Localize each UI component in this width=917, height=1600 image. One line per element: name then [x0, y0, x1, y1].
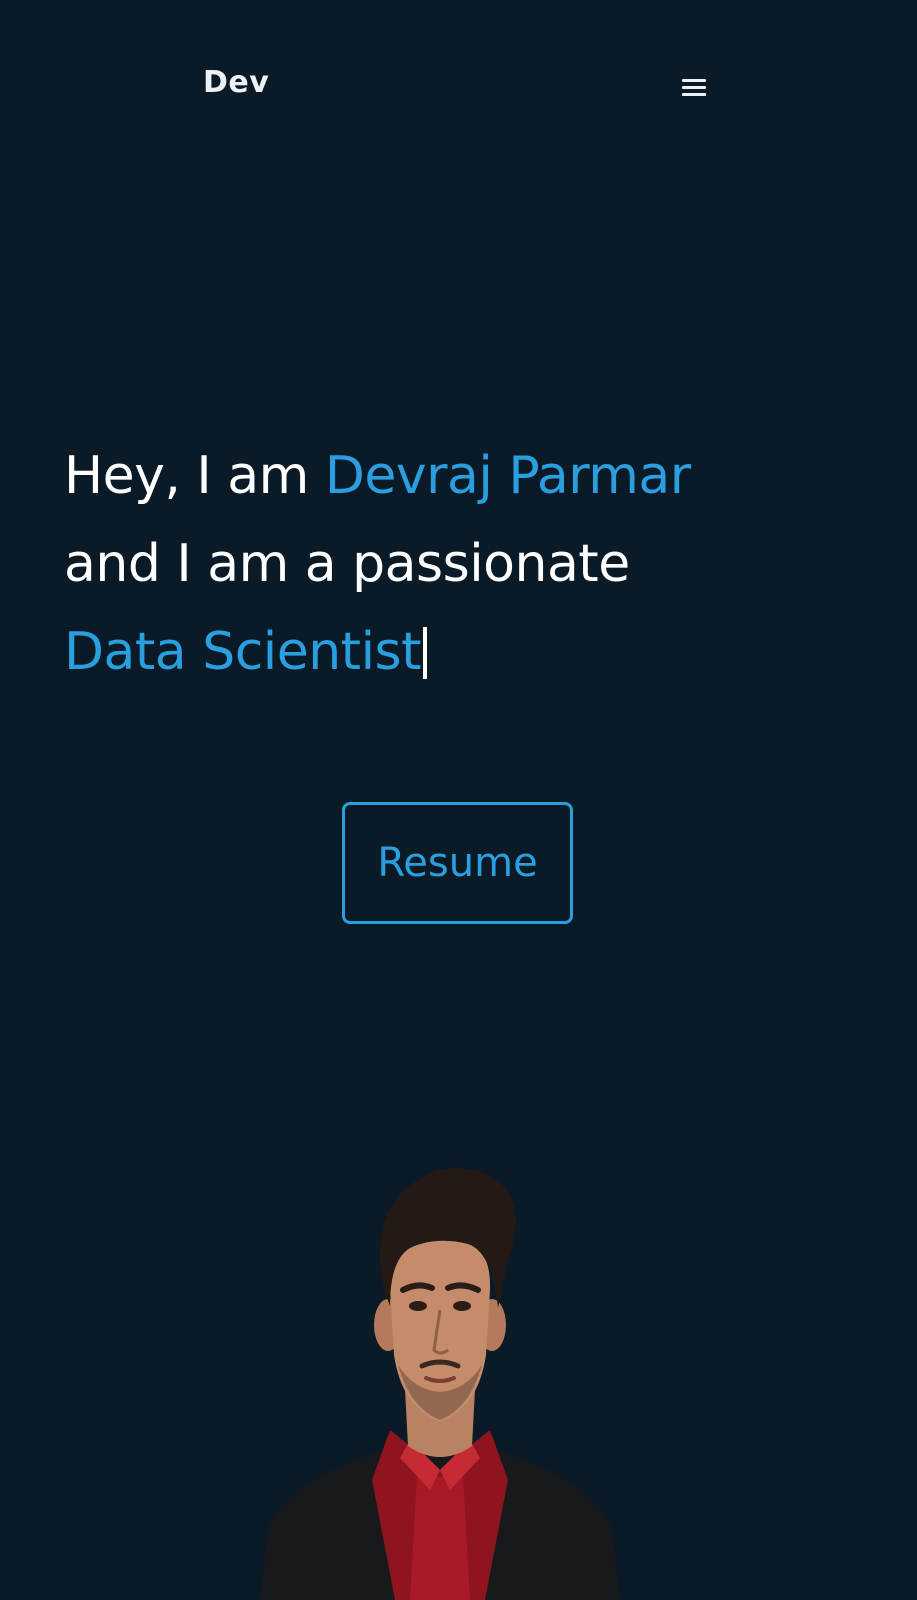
- hamburger-menu-icon[interactable]: [679, 73, 709, 103]
- navbar: Dev: [0, 0, 917, 176]
- hero-name: Devraj Parmar: [324, 446, 691, 506]
- hero-line-3: Data Scientist: [64, 608, 884, 696]
- resume-button[interactable]: Resume: [342, 802, 573, 924]
- profile-photo: [240, 1140, 640, 1600]
- hero-intro: Hey, I am Devraj Parmar and I am a passi…: [64, 432, 884, 696]
- menu-bar: [682, 79, 706, 82]
- menu-bar: [682, 86, 706, 89]
- greeting-text: Hey, I am: [64, 446, 325, 506]
- hero-role-typed: Data Scientist: [64, 622, 422, 682]
- menu-bar: [682, 93, 706, 96]
- typing-cursor: [423, 627, 427, 679]
- site-logo[interactable]: Dev: [203, 68, 269, 98]
- hero-line-1: Hey, I am Devraj Parmar: [64, 432, 884, 520]
- hero-line-2: and I am a passionate: [64, 534, 630, 594]
